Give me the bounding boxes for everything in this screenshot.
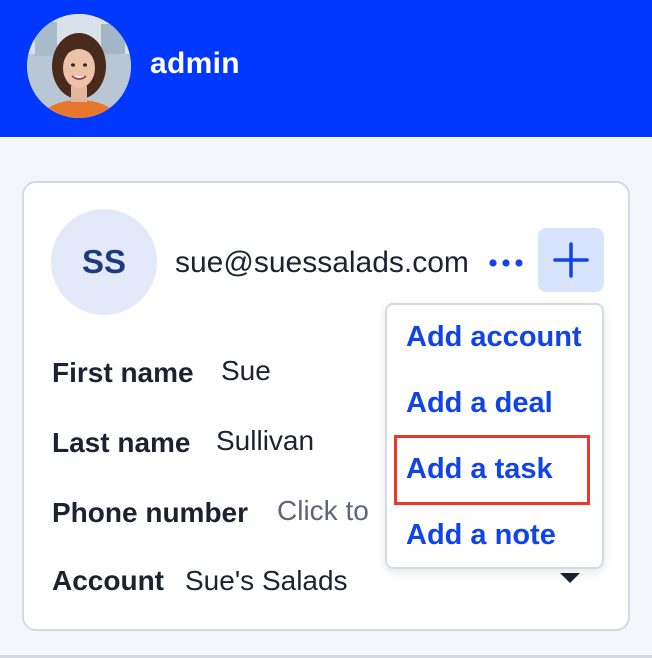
first-name-label: First name <box>52 357 194 388</box>
avatar-photo-image <box>27 14 131 118</box>
header-user-name: admin <box>150 47 240 80</box>
add-button[interactable] <box>538 228 604 292</box>
contact-email: sue@suessalads.com <box>175 246 469 279</box>
first-name-value[interactable]: Sue <box>221 355 271 387</box>
more-horizontal-icon <box>489 259 523 267</box>
account-value[interactable]: Sue's Salads <box>185 565 348 597</box>
last-name-value[interactable]: Sullivan <box>216 425 314 457</box>
menu-item-add-account[interactable]: Add account <box>406 321 582 354</box>
more-options-button[interactable] <box>486 248 526 278</box>
menu-item-add-note[interactable]: Add a note <box>406 519 556 552</box>
caret-down-icon[interactable] <box>560 573 580 583</box>
menu-item-add-deal[interactable]: Add a deal <box>406 387 553 420</box>
phone-number-label: Phone number <box>52 497 249 528</box>
user-avatar[interactable] <box>27 14 131 118</box>
highlight-box <box>394 435 590 505</box>
last-name-label: Last name <box>52 427 191 458</box>
plus-icon <box>553 242 589 278</box>
contact-initials-avatar: SS <box>51 209 157 315</box>
phone-number-field[interactable]: Click to <box>277 495 369 527</box>
account-label: Account <box>52 565 164 596</box>
